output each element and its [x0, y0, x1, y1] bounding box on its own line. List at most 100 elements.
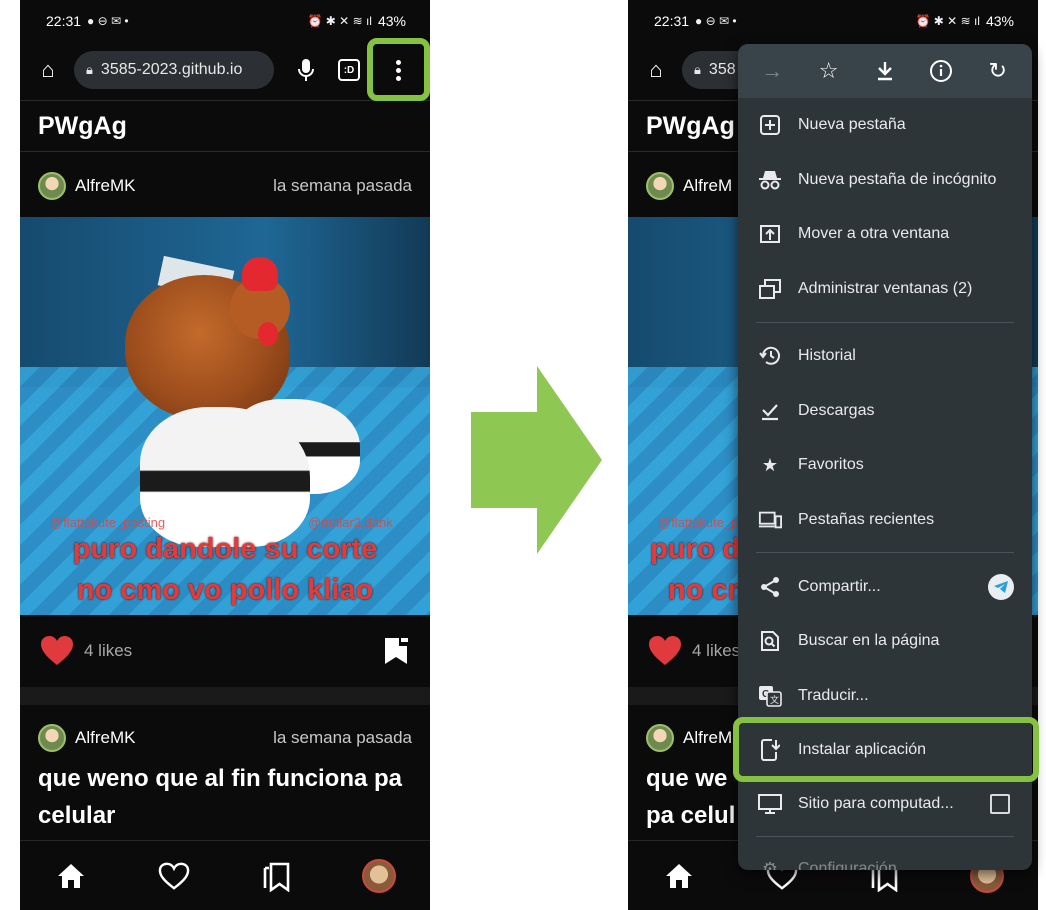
heart-icon[interactable]: [648, 634, 682, 668]
battery-level: 43%: [377, 13, 406, 29]
url-text: 3585-2023.github.io: [100, 61, 243, 78]
browser-toolbar: ⌂ 🔒︎ 3585-2023.github.io :D: [20, 42, 430, 98]
menu-item-label: Historial: [798, 347, 856, 364]
menu-item-find[interactable]: Buscar en la página: [738, 614, 1032, 668]
menu-item-install-app[interactable]: Instalar aplicación: [738, 723, 1032, 777]
avatar[interactable]: [38, 724, 66, 752]
menu-item-label: Favoritos: [798, 456, 864, 473]
telegram-icon[interactable]: [988, 574, 1014, 600]
menu-item-history[interactable]: Historial: [738, 329, 1032, 383]
post-image[interactable]: @flattakute_posting @malar2.dank puro da…: [20, 217, 430, 615]
home-button[interactable]: ⌂: [638, 52, 674, 88]
avatar[interactable]: [646, 724, 674, 752]
heart-icon[interactable]: [40, 634, 74, 668]
meme-caption-line1: puro dandole su corte: [72, 533, 378, 565]
avatar[interactable]: [38, 172, 66, 200]
install-app-icon: [758, 738, 782, 762]
tab-switcher-button[interactable]: :D: [338, 59, 360, 81]
browser-menu-button[interactable]: [380, 52, 416, 88]
post-author[interactable]: AlfreMK: [75, 728, 135, 748]
menu-item-label: Traducir...: [798, 687, 869, 704]
nav-home[interactable]: [51, 856, 91, 896]
address-bar[interactable]: 🔒︎ 3585-2023.github.io: [74, 51, 274, 89]
profile-avatar: [361, 858, 396, 893]
download-icon[interactable]: [871, 57, 899, 85]
menu-item-new-tab[interactable]: Nueva pestaña: [738, 98, 1032, 152]
battery-level: 43%: [985, 13, 1014, 29]
menu-item-downloads[interactable]: Descargas: [738, 384, 1032, 438]
nav-favorites[interactable]: [154, 856, 194, 896]
nav-home[interactable]: [659, 856, 699, 896]
menu-item-recent-tabs[interactable]: Pestañas recientes: [738, 493, 1032, 547]
bookmark-icon[interactable]: [382, 636, 410, 666]
phone-screen-before: 22:31 ● ⊖ ✉ • ⏰ ✱ ✕ ≋ ıl 43% ⌂ 🔒︎ 3585-2…: [20, 0, 430, 910]
system-icons: ⏰ ✱ ✕ ≋ ıl: [307, 14, 372, 28]
nav-profile[interactable]: [359, 856, 399, 896]
menu-item-manage-windows[interactable]: Administrar ventanas (2): [738, 262, 1032, 316]
menu-divider: [756, 552, 1014, 553]
nav-saved[interactable]: [256, 856, 296, 896]
svg-text:文: 文: [770, 694, 779, 706]
status-time: 22:31: [46, 13, 82, 29]
post-time: la semana pasada: [273, 176, 412, 195]
watermark-left: @flattakute_posting: [50, 515, 166, 530]
meme-caption-line2: no cmo vo pollo kliao: [76, 574, 374, 606]
menu-item-label: Sitio para computad...: [798, 795, 954, 812]
menu-item-label: Configuración: [798, 860, 897, 870]
post-separator: [20, 687, 430, 705]
reload-icon[interactable]: ↻: [984, 57, 1012, 85]
post-title: que weno que al fin funciona pa celular: [38, 765, 403, 829]
history-icon: [758, 344, 782, 368]
menu-item-label: Administrar ventanas (2): [798, 280, 973, 297]
windows-icon: [758, 277, 782, 301]
more-vert-icon: [395, 59, 401, 65]
forward-icon[interactable]: →: [758, 57, 786, 85]
post-author[interactable]: AlfreM: [683, 728, 732, 748]
menu-item-label: Buscar en la página: [798, 632, 940, 649]
desktop-site-checkbox[interactable]: [990, 794, 1010, 814]
post-time: la semana pasada: [273, 728, 412, 747]
devices-icon: [758, 508, 782, 532]
menu-item-bookmarks[interactable]: ★ Favoritos: [738, 438, 1032, 492]
mic-icon: [298, 59, 314, 81]
menu-toolbar: → ☆ ↻: [738, 44, 1032, 98]
star-outline-icon[interactable]: ☆: [815, 57, 843, 85]
desktop-icon: [758, 792, 782, 816]
url-text-partial: 358: [708, 61, 736, 78]
heart-outline-icon: [158, 862, 190, 890]
settings-icon: ⚙: [761, 858, 779, 871]
mic-button[interactable]: [292, 52, 320, 88]
post-author[interactable]: AlfreMK: [75, 176, 135, 196]
home-icon: [666, 863, 693, 888]
star-icon: ★: [761, 454, 779, 475]
lock-icon: 🔒︎: [86, 62, 93, 77]
menu-item-translate[interactable]: G文 Traducir...: [738, 669, 1032, 723]
menu-item-share[interactable]: Compartir...: [738, 560, 1032, 614]
post-actions: 4 likes: [20, 615, 430, 687]
menu-item-label: Pestañas recientes: [798, 511, 935, 528]
menu-item-label: Instalar aplicación: [798, 741, 927, 758]
system-icons: ⏰ ✱ ✕ ≋ ıl: [915, 14, 980, 28]
likes-count: 4 likes: [692, 641, 741, 660]
move-window-icon: [758, 222, 782, 246]
menu-item-desktop-site[interactable]: Sitio para computad...: [738, 777, 1032, 831]
status-bar: 22:31 ● ⊖ ✉ • ⏰ ✱ ✕ ≋ ıl 43%: [20, 0, 430, 42]
menu-item-settings[interactable]: ⚙ Configuración: [738, 842, 1032, 871]
new-tab-icon: [758, 113, 782, 137]
browser-overflow-menu: → ☆ ↻ Nueva pestaña Nueva pestaña de inc…: [738, 44, 1032, 870]
post-author[interactable]: AlfreM: [683, 176, 732, 196]
notification-icons: ● ⊖ ✉ •: [695, 14, 737, 28]
menu-item-label: Mover a otra ventana: [798, 225, 950, 242]
menu-item-move-window[interactable]: Mover a otra ventana: [738, 207, 1032, 261]
bottom-nav: [20, 840, 430, 910]
likes-count: 4 likes: [84, 641, 133, 660]
home-button[interactable]: ⌂: [30, 52, 66, 88]
translate-icon: G文: [758, 684, 782, 708]
info-icon[interactable]: [927, 57, 955, 85]
notification-icons: ● ⊖ ✉ •: [87, 14, 129, 28]
share-icon: [758, 575, 782, 599]
menu-item-incognito[interactable]: Nueva pestaña de incógnito: [738, 153, 1032, 207]
menu-divider: [756, 836, 1014, 837]
find-icon: [758, 629, 782, 653]
avatar[interactable]: [646, 172, 674, 200]
